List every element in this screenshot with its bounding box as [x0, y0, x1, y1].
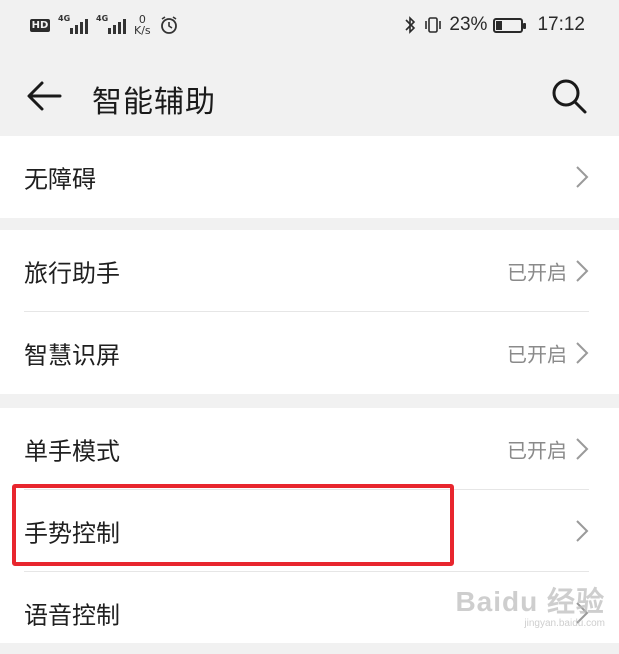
setting-item-accessibility[interactable]: 无障碍 [0, 136, 619, 218]
setting-label: 智慧识屏 [24, 341, 120, 370]
setting-status: 已开启 [507, 438, 567, 463]
network-type-label: 4G [96, 14, 109, 23]
setting-item-gesture-control[interactable]: 手势控制 [0, 490, 619, 572]
setting-label: 无障碍 [24, 165, 96, 194]
alarm-icon [160, 16, 177, 34]
chevron-right-icon [576, 166, 589, 188]
setting-status: 已开启 [507, 342, 567, 367]
chevron-right-icon [576, 342, 589, 364]
hd-icon: HD [30, 18, 50, 32]
watermark-brand: Baidu 经验 [455, 586, 605, 617]
app-header: 智能辅助 [0, 58, 619, 136]
setting-label: 旅行助手 [24, 259, 120, 288]
setting-label: 单手模式 [24, 437, 120, 466]
chevron-right-icon [576, 438, 589, 460]
network-type-label: 4G [58, 14, 71, 23]
settings-section-2: 旅行助手 已开启 智慧识屏 已开启 [0, 230, 619, 394]
vibrate-icon [425, 17, 442, 33]
setting-label: 语音控制 [24, 601, 120, 630]
network-speed-unit: K/s [134, 24, 151, 37]
battery-percent: 23% [449, 14, 488, 35]
back-arrow-icon[interactable] [24, 78, 64, 114]
setting-item-travel-assistant[interactable]: 旅行助手 已开启 [0, 230, 619, 312]
signal-icon: 4G [58, 14, 88, 34]
status-bar: HD 4G 4G 0 K/s 23% 17:12 [0, 0, 619, 58]
setting-item-one-hand-mode[interactable]: 单手模式 已开启 [0, 408, 619, 490]
chevron-right-icon [576, 260, 589, 282]
page-title: 智能辅助 [92, 85, 216, 120]
setting-status: 已开启 [507, 260, 567, 285]
baidu-watermark: Baidu 经验 jingyan.baidu.com [455, 580, 605, 629]
bluetooth-icon [405, 16, 416, 34]
signal-icon: 4G [96, 14, 126, 34]
settings-section-1: 无障碍 [0, 136, 619, 218]
chevron-right-icon [576, 520, 589, 542]
setting-label: 手势控制 [24, 519, 120, 548]
battery-icon [493, 17, 527, 33]
network-speed: 0 K/s [134, 14, 151, 36]
search-icon[interactable] [549, 76, 589, 116]
clock: 17:12 [537, 14, 585, 35]
setting-item-smart-screen[interactable]: 智慧识屏 已开启 [0, 312, 619, 394]
